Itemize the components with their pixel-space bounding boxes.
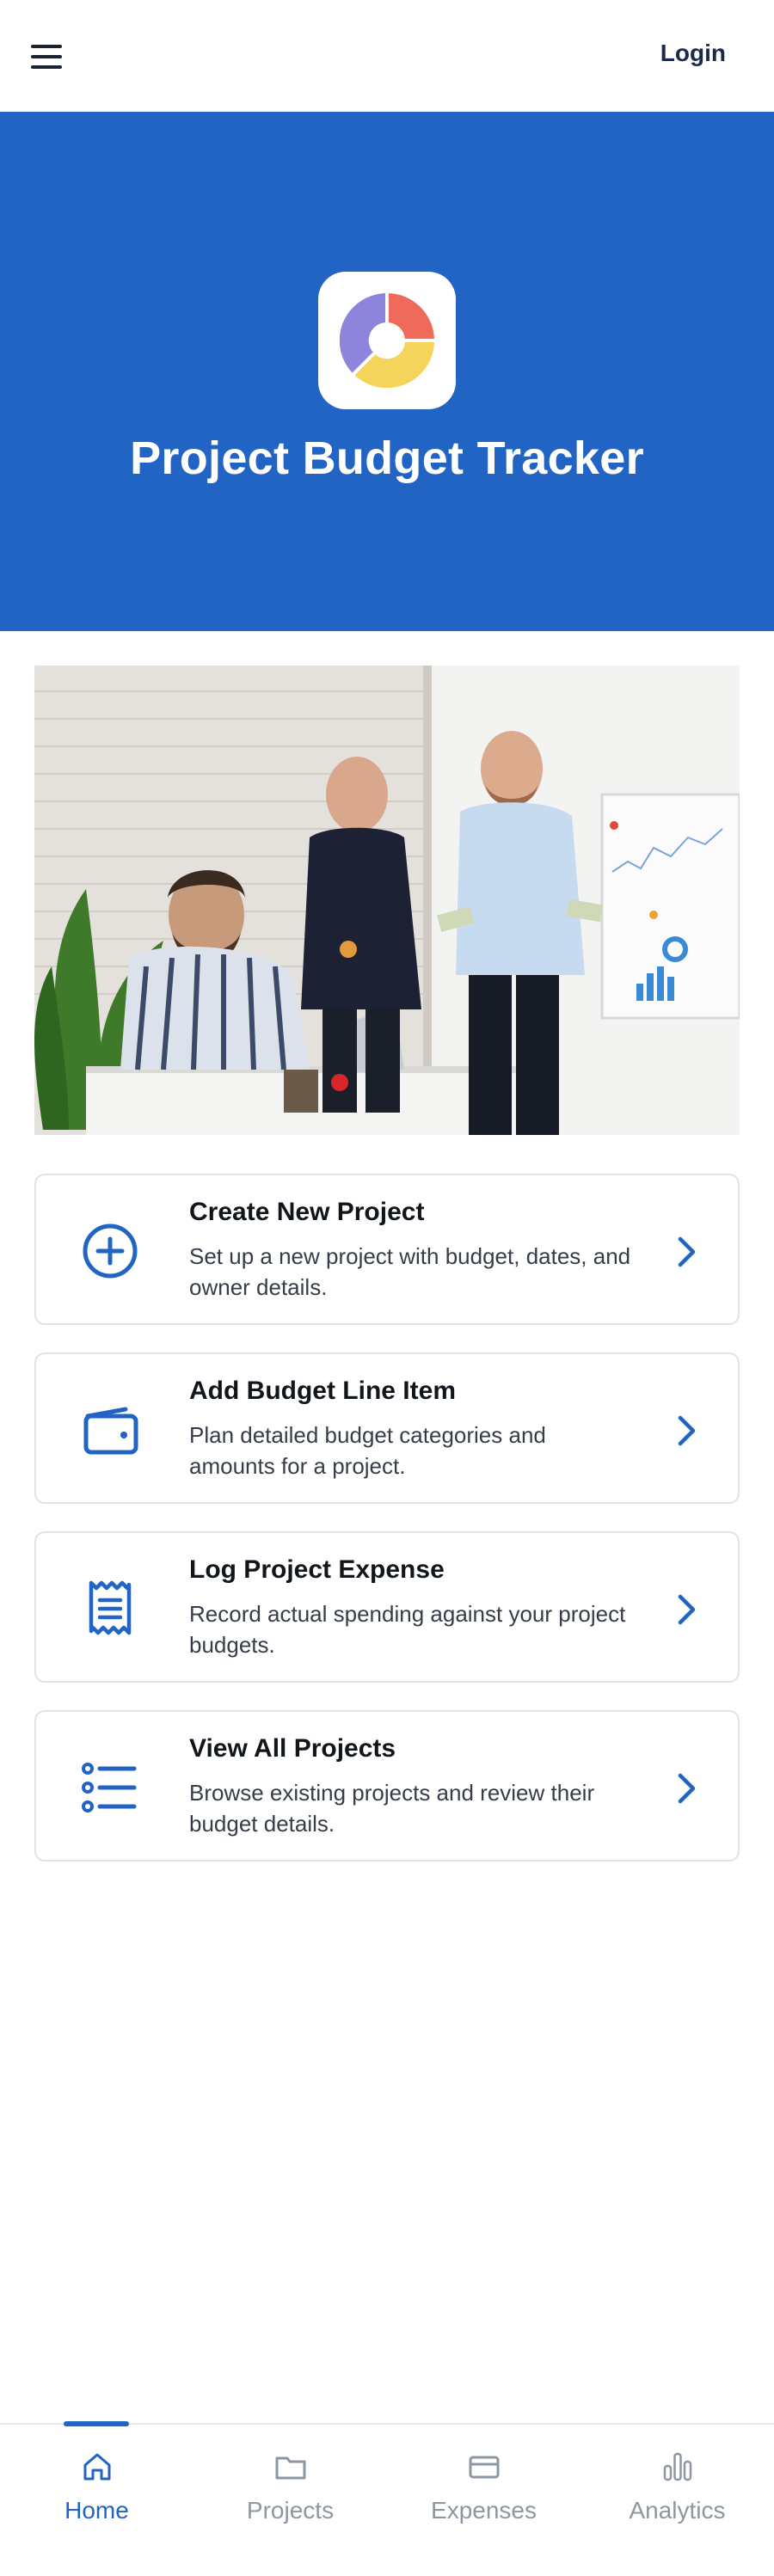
active-tab-indicator bbox=[64, 2421, 129, 2426]
chevron-right-icon bbox=[678, 1236, 696, 1267]
bottom-navigation: Home Projects Expenses Analytics bbox=[0, 2421, 774, 2576]
list-icon bbox=[82, 1763, 137, 1812]
app-logo bbox=[318, 272, 456, 409]
login-link[interactable]: Login bbox=[660, 40, 726, 67]
nav-item-expenses[interactable]: Expenses bbox=[387, 2425, 580, 2576]
card-icon bbox=[469, 2456, 500, 2479]
hamburger-menu-icon[interactable] bbox=[31, 43, 65, 71]
chevron-right-icon bbox=[678, 1415, 696, 1446]
card-title: Create New Project bbox=[189, 1198, 425, 1226]
log-project-expense-card[interactable]: Log Project Expense Record actual spendi… bbox=[34, 1531, 740, 1683]
nav-label: Expenses bbox=[431, 2497, 537, 2524]
chevron-right-icon bbox=[678, 1773, 696, 1804]
folder-icon bbox=[275, 2456, 306, 2480]
team-photo bbox=[34, 665, 740, 1135]
card-title: Log Project Expense bbox=[189, 1555, 445, 1584]
card-description: Set up a new project with budget, dates,… bbox=[189, 1243, 631, 1300]
card-description: Record actual spending against your proj… bbox=[189, 1601, 626, 1658]
home-icon bbox=[83, 2453, 111, 2481]
nav-item-analytics[interactable]: Analytics bbox=[580, 2425, 774, 2576]
receipt-icon bbox=[89, 1580, 132, 1635]
nav-item-home[interactable]: Home bbox=[0, 2421, 194, 2576]
card-title: View All Projects bbox=[189, 1734, 396, 1763]
view-all-projects-card[interactable]: View All Projects Browse existing projec… bbox=[34, 1710, 740, 1861]
donut-chart-logo-icon bbox=[340, 293, 434, 388]
page-title: Project Budget Tracker bbox=[130, 432, 644, 484]
nav-label: Projects bbox=[246, 2497, 335, 2524]
card-description: Browse existing projects and review thei… bbox=[189, 1780, 595, 1837]
card-description: Plan detailed budget categories and amou… bbox=[189, 1422, 546, 1479]
top-bar: Login bbox=[0, 0, 774, 112]
bar-chart-icon bbox=[663, 2452, 692, 2481]
add-budget-line-item-card[interactable]: Add Budget Line Item Plan detailed budge… bbox=[34, 1352, 740, 1504]
nav-label: Home bbox=[64, 2497, 129, 2524]
plus-circle-icon bbox=[83, 1224, 138, 1279]
card-title: Add Budget Line Item bbox=[189, 1377, 456, 1405]
wallet-icon bbox=[83, 1407, 138, 1455]
nav-item-projects[interactable]: Projects bbox=[194, 2425, 387, 2576]
nav-label: Analytics bbox=[629, 2497, 726, 2524]
create-new-project-card[interactable]: Create New Project Set up a new project … bbox=[34, 1174, 740, 1325]
hero-banner: Project Budget Tracker bbox=[0, 112, 774, 631]
chevron-right-icon bbox=[678, 1594, 696, 1625]
